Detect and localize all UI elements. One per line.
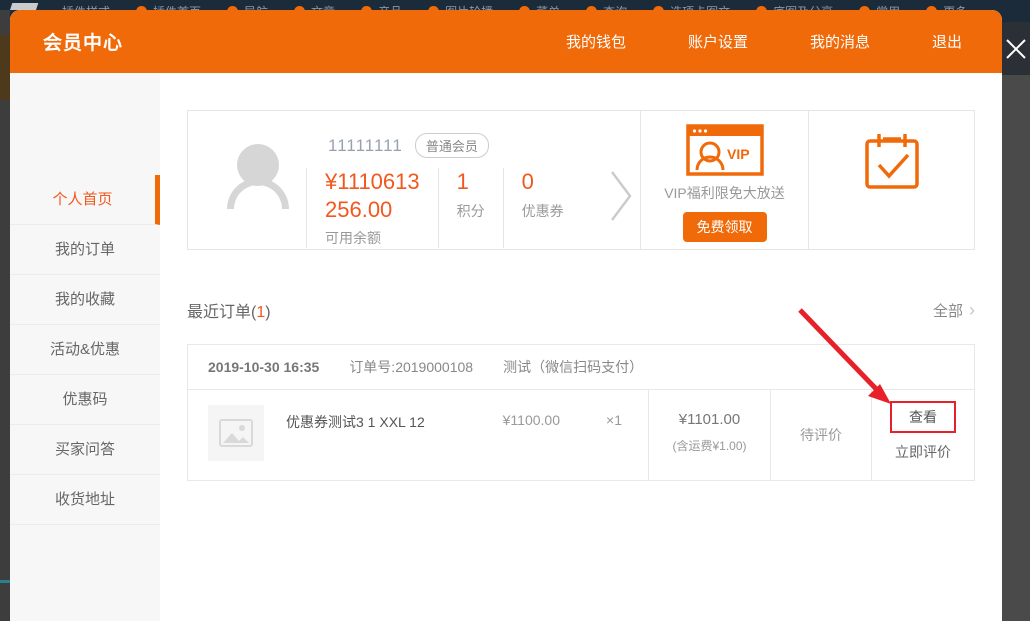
header-nav-item[interactable]: 我的消息 (810, 31, 870, 52)
close-icon (1004, 37, 1028, 61)
user-detail-chevron[interactable] (608, 143, 640, 249)
order-count: 1 (256, 304, 265, 321)
background-nav-item: 插件样式 (62, 3, 110, 10)
view-order-button[interactable]: 查看 (890, 401, 956, 433)
background-nav-item: 底图及分享 (756, 3, 833, 10)
order-row: 优惠券测试3 1 XXL 12 ¥1100.00 ×1 ¥1101.00 (含运… (188, 390, 974, 480)
background-right-top (1002, 10, 1030, 22)
product-thumbnail (208, 405, 264, 461)
background-nav-item: 导航 (227, 3, 268, 10)
order-card: 2019-10-30 16:35 订单号:2019000108 测试（微信扫码支… (187, 344, 975, 481)
sidebar-item[interactable]: 个人首页 (10, 175, 160, 225)
background-nav-item: 插件首页 (136, 3, 201, 10)
view-all-orders-link[interactable]: 全部 › (933, 300, 975, 321)
chevron-right-icon: › (969, 301, 975, 319)
calendar-check-icon (864, 131, 920, 191)
background-right-strip (1002, 10, 1030, 621)
product-quantity: ×1 (560, 412, 648, 428)
order-actions-cell: 查看 立即评价 (871, 390, 974, 480)
background-left-strip (0, 10, 10, 621)
order-total-cell: ¥1101.00 (含运费¥1.00) (648, 390, 770, 480)
avatar (219, 139, 297, 217)
checkin-panel[interactable] (808, 111, 974, 249)
sidebar-item[interactable]: 买家问答 (10, 425, 160, 475)
coupons-value: 0 (522, 168, 564, 196)
background-top-nav: 插件样式 插件首页 导航 文章 产品 图 (0, 0, 1030, 10)
balance-value: ¥1110613 256.00 (325, 168, 420, 223)
svg-text:VIP: VIP (727, 146, 750, 162)
username: 11111111 (328, 136, 403, 156)
modal-header: 会员中心 我的钱包 账户设置 我的消息 退出 (10, 10, 1002, 73)
main-content: 11111111 普通会员 ¥1110613 256.00 可用余额 (160, 73, 1002, 621)
order-status: 待评价 (770, 390, 871, 480)
image-placeholder-icon (219, 419, 253, 447)
close-button[interactable] (1002, 22, 1030, 75)
header-nav-item[interactable]: 退出 (932, 31, 962, 52)
background-nav-item: 查询 (586, 3, 627, 10)
order-number: 订单号:2019000108 (349, 357, 473, 377)
user-summary[interactable]: 11111111 普通会员 ¥1110613 256.00 可用余额 (188, 111, 640, 249)
sidebar-item[interactable]: 优惠码 (10, 375, 160, 425)
member-center-modal: 会员中心 我的钱包 账户设置 我的消息 退出 个人首页 我的订单 我的收藏 活动… (10, 10, 1002, 621)
coupons-label: 优惠券 (522, 201, 564, 221)
page-title: 会员中心 (43, 28, 123, 55)
background-nav-item: 文章 (294, 3, 335, 10)
points-value: 1 (457, 168, 485, 196)
vip-promo-panel: VIP VIP福利限免大放送 免费领取 (640, 111, 808, 249)
balance-label: 可用余额 (325, 228, 420, 248)
background-left-patch (0, 35, 10, 100)
member-level-badge: 普通会员 (415, 133, 489, 158)
recent-orders-title: 最近订单(1) (187, 298, 271, 322)
order-product-cell[interactable]: 优惠券测试3 1 XXL 12 ¥1100.00 ×1 (188, 390, 648, 480)
order-header: 2019-10-30 16:35 订单号:2019000108 测试（微信扫码支… (188, 345, 974, 390)
review-now-link[interactable]: 立即评价 (895, 442, 951, 462)
claim-free-button[interactable]: 免费领取 (683, 212, 767, 242)
order-datetime: 2019-10-30 16:35 (208, 359, 319, 375)
vip-banner-text: VIP福利限免大放送 (664, 183, 785, 203)
order-total: ¥1101.00 (649, 411, 770, 428)
sidebar-item[interactable]: 我的订单 (10, 225, 160, 275)
product-title: 优惠券测试3 1 XXL 12 (286, 412, 454, 432)
product-unit-price: ¥1100.00 (454, 412, 560, 428)
background-nav-item: 图片轮播 (428, 3, 493, 10)
header-nav-item[interactable]: 账户设置 (688, 31, 748, 52)
chevron-right-icon (608, 168, 634, 224)
header-nav-item[interactable]: 我的钱包 (566, 31, 626, 52)
background-nav-item: 菜单 (519, 3, 560, 10)
background-nav-item: 常用 (859, 3, 900, 10)
background-nav-item: 更多 (926, 3, 967, 10)
balance-stat: ¥1110613 256.00 可用余额 (306, 168, 438, 248)
sidebar-item[interactable]: 活动&优惠 (10, 325, 160, 375)
background-left-accent (0, 580, 10, 583)
background-nav-item: 产品 (361, 3, 402, 10)
background-nav-item: 选项卡图文 (653, 3, 730, 10)
header-nav: 我的钱包 账户设置 我的消息 退出 (566, 31, 962, 52)
sidebar-item[interactable]: 收货地址 (10, 475, 160, 525)
account-summary-panel: 11111111 普通会员 ¥1110613 256.00 可用余额 (187, 110, 975, 250)
points-stat: 1 积分 (438, 168, 503, 248)
coupons-stat: 0 优惠券 (503, 168, 582, 248)
order-payment-note: 测试（微信扫码支付） (503, 357, 643, 377)
shipping-note: (含运费¥1.00) (649, 437, 770, 454)
background-logo (8, 3, 39, 10)
sidebar-item[interactable]: 我的收藏 (10, 275, 160, 325)
points-label: 积分 (457, 201, 485, 221)
vip-browser-icon: VIP (686, 124, 764, 176)
sidebar: 个人首页 我的订单 我的收藏 活动&优惠 优惠码 买家问答 收货地址 (10, 73, 160, 621)
